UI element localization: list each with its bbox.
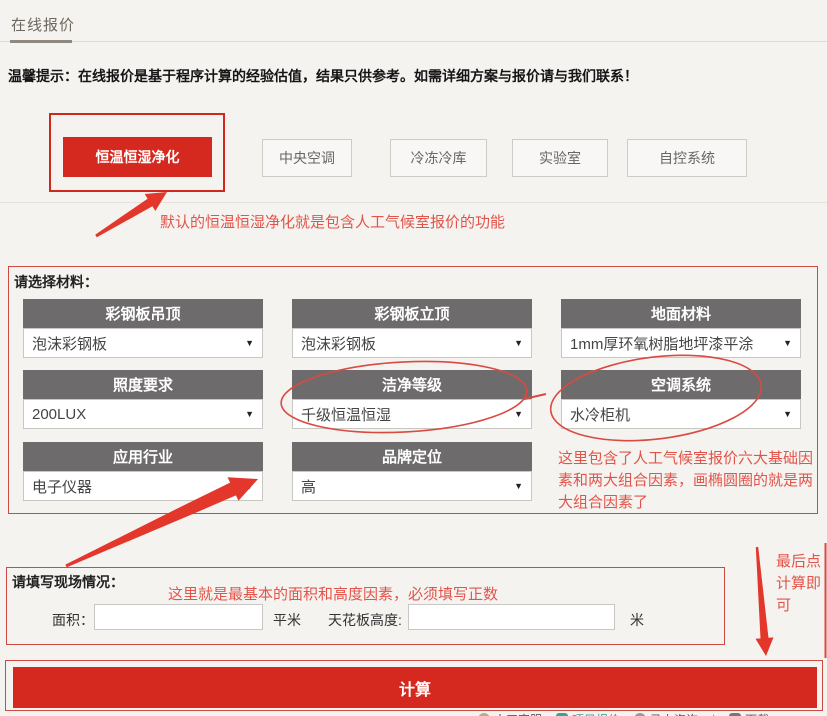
- group-header-wall-panel: 彩钢板立顶: [292, 299, 532, 328]
- group-header-brand-level: 品牌定位: [292, 442, 532, 471]
- material-group-wall-panel: 彩钢板立顶 泡沫彩钢板 ▼: [292, 299, 532, 358]
- hvac-system-select-value: 水冷柜机: [570, 404, 630, 425]
- ceiling-panel-select[interactable]: 泡沫彩钢板 ▼: [23, 328, 263, 358]
- wall-panel-select[interactable]: 泡沫彩钢板 ▼: [292, 328, 532, 358]
- footer-item-label: 下载: [745, 711, 769, 716]
- area-label: 面积：: [52, 610, 94, 630]
- material-group-illumination: 照度要求 200LUX ▼: [23, 370, 263, 429]
- tab-cold-storage[interactable]: 冷冻冷库: [390, 139, 487, 177]
- site-annotation-text: 这里就是最基本的面积和高度因素，必须填写正数: [168, 584, 498, 606]
- tab-central-ac[interactable]: 中央空调: [262, 139, 352, 177]
- material-group-brand-level: 品牌定位 高 ▼: [292, 442, 532, 501]
- footer-item-label: 项目报价: [572, 711, 620, 716]
- tab-annotation-text: 默认的恒温恒湿净化就是包含人工气候室报价的功能: [160, 212, 505, 234]
- arrow-to-tab: [95, 192, 167, 237]
- dropdown-caret-icon: ▼: [245, 409, 254, 419]
- tab-laboratory[interactable]: 实验室: [512, 139, 608, 177]
- page-title: 在线报价: [11, 14, 75, 35]
- material-group-cleanliness: 洁净等级 千级恒温恒湿 ▼: [292, 370, 532, 429]
- footer-item-support[interactable]: 人工客服: [478, 711, 542, 716]
- ceiling-height-label: 天花板高度:: [328, 610, 402, 630]
- dropdown-caret-icon: ▼: [245, 481, 254, 491]
- footer-item-label: 人工客服: [494, 711, 542, 716]
- cleanliness-select-value: 千级恒温恒湿: [301, 404, 391, 425]
- dropdown-caret-icon: ▼: [783, 409, 792, 419]
- illumination-select-value: 200LUX: [32, 406, 86, 423]
- ceiling-height-input[interactable]: [408, 604, 615, 630]
- title-divider-accent: [10, 40, 72, 43]
- group-header-cleanliness: 洁净等级: [292, 370, 532, 399]
- dropdown-caret-icon: ▼: [245, 338, 254, 348]
- wall-panel-select-value: 泡沫彩钢板: [301, 333, 376, 354]
- floor-material-select[interactable]: 1mm厚环氧树脂地坪漆平涂 ▼: [561, 328, 801, 358]
- footer-item-consult[interactable]: 马上咨询: [634, 711, 698, 716]
- tabs-divider: [0, 202, 827, 203]
- group-header-hvac-system: 空调系统: [561, 370, 801, 399]
- dropdown-caret-icon: ▼: [514, 481, 523, 491]
- material-group-ceiling-panel: 彩钢板吊顶 泡沫彩钢板 ▼: [23, 299, 263, 358]
- footer-item-project-quote[interactable]: 项目报价: [556, 711, 620, 716]
- dropdown-caret-icon: ▼: [514, 409, 523, 419]
- hvac-system-select[interactable]: 水冷柜机 ▼: [561, 399, 801, 429]
- footer-item-download[interactable]: 下载: [729, 711, 769, 716]
- footer-separator: |: [712, 712, 715, 716]
- materials-section-label: 请选择材料：: [14, 272, 98, 292]
- brand-level-select[interactable]: 高 ▼: [292, 471, 532, 501]
- area-input[interactable]: [94, 604, 263, 630]
- group-header-floor-material: 地面材料: [561, 299, 801, 328]
- factors-annotation-text: 这里包含了人工气候室报价六大基础因素和两大组合因素，画椭圆圈的就是两大组合因素了: [558, 448, 820, 514]
- group-header-illumination: 照度要求: [23, 370, 263, 399]
- site-section-label: 请填写现场情况：: [12, 572, 124, 592]
- area-unit-label: 平米: [273, 610, 301, 630]
- title-divider: [0, 41, 827, 42]
- tab-automation-system[interactable]: 自控系统: [627, 139, 747, 177]
- footer-strip: 人工客服 项目报价 马上咨询 | 下载: [478, 709, 769, 716]
- brand-level-select-value: 高: [301, 476, 316, 497]
- notice-text: 温馨提示：在线报价是基于程序计算的经验估值，结果只供参考。如需详细方案与报价请与…: [8, 66, 818, 86]
- group-header-industry: 应用行业: [23, 442, 263, 471]
- material-group-industry: 应用行业 电子仪器 ▼: [23, 442, 263, 501]
- online-quote-page: 在线报价 温馨提示：在线报价是基于程序计算的经验估值，结果只供参考。如需详细方案…: [0, 0, 827, 716]
- industry-select[interactable]: 电子仪器 ▼: [23, 471, 263, 501]
- material-group-hvac-system: 空调系统 水冷柜机 ▼: [561, 370, 801, 429]
- dropdown-caret-icon: ▼: [514, 338, 523, 348]
- arrow-to-calculate: [756, 547, 774, 656]
- industry-select-value: 电子仪器: [32, 476, 92, 497]
- height-unit-label: 米: [630, 610, 644, 630]
- footer-item-label: 马上咨询: [650, 711, 698, 716]
- final-annotation-text: 最后点计算即可: [776, 551, 826, 617]
- material-group-floor-material: 地面材料 1mm厚环氧树脂地坪漆平涂 ▼: [561, 299, 801, 358]
- cleanliness-select[interactable]: 千级恒温恒湿 ▼: [292, 399, 532, 429]
- dropdown-caret-icon: ▼: [783, 338, 792, 348]
- tab-constant-temp-humidity-purification[interactable]: 恒温恒湿净化: [63, 137, 212, 177]
- calculate-button[interactable]: 计算: [13, 667, 817, 708]
- group-header-ceiling-panel: 彩钢板吊顶: [23, 299, 263, 328]
- floor-material-select-value: 1mm厚环氧树脂地坪漆平涂: [570, 333, 753, 354]
- ceiling-panel-select-value: 泡沫彩钢板: [32, 333, 107, 354]
- illumination-select[interactable]: 200LUX ▼: [23, 399, 263, 429]
